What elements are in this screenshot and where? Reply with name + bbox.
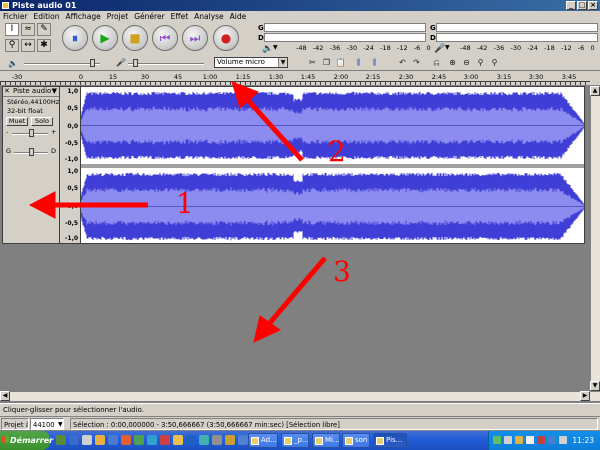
annotation-label-3: 3 <box>333 255 351 288</box>
annotation-arrowhead-3 <box>253 315 281 343</box>
annotation-overlay <box>28 81 327 343</box>
annotation-arrowhead-1 <box>28 191 56 219</box>
annotation-arrow-3 <box>266 256 327 327</box>
annotation-label-1: 1 <box>176 187 194 220</box>
annotation-label-2: 2 <box>328 135 346 168</box>
annotation-arrow-2 <box>244 96 304 162</box>
